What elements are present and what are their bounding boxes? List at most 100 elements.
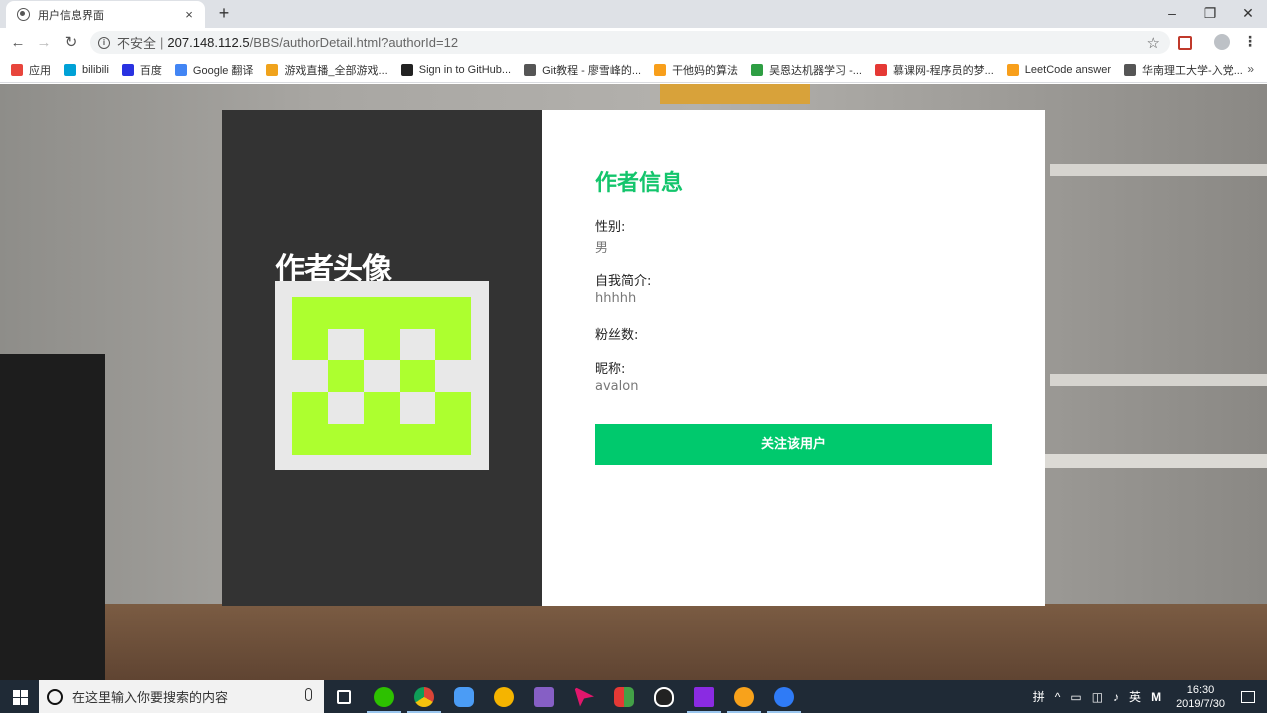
url-path: /BBS/authorDetail.html?authorId=12 xyxy=(249,35,459,50)
wps-icon[interactable] xyxy=(764,680,804,713)
globe-icon xyxy=(524,63,537,76)
background-shelf xyxy=(1050,374,1267,386)
bookmark-item[interactable]: 吴恩达机器学习 -... xyxy=(751,62,862,78)
background-monitor xyxy=(0,354,105,680)
close-tab-icon[interactable]: × xyxy=(179,7,199,22)
new-tab-button[interactable]: + xyxy=(214,3,234,24)
field-followers: 粉丝数: xyxy=(595,324,638,345)
bookmark-label: LeetCode answer xyxy=(1024,63,1112,76)
bookmark-label: 应用 xyxy=(29,64,51,77)
bookmark-item[interactable]: Google 翻译 xyxy=(174,62,253,78)
system-tray: 拼 ^ ▭ ◫ ♪ 英 M 16:30 2019/7/30 xyxy=(1028,680,1267,713)
forward-arrow-icon[interactable]: → xyxy=(33,32,55,54)
bookmark-item[interactable]: 干他妈的算法 xyxy=(654,62,738,78)
background-floor xyxy=(0,604,1267,680)
field-label: 昵称: xyxy=(595,362,626,377)
show-hidden-icons[interactable]: ^ xyxy=(1055,690,1061,704)
bookmark-label: 干他妈的算法 xyxy=(672,64,739,77)
visual-studio-icon[interactable] xyxy=(524,680,564,713)
globe-icon xyxy=(17,8,30,21)
field-value: hhhhh xyxy=(595,291,637,306)
page-background: 作者头像 作者信息 性别: 男 自我简介: hhhhh 粉丝数: 昵称: ava… xyxy=(0,84,1267,680)
close-window-button[interactable]: ✕ xyxy=(1229,0,1267,28)
browser-toolbar: ← → ↻ i 不安全 | 207.148.112.5 /BBS/authorD… xyxy=(0,28,1267,57)
menu-kebab-icon[interactable]: ⋮ xyxy=(1243,33,1257,50)
bookmarks-overflow-button[interactable]: » xyxy=(1247,62,1254,76)
battery-icon[interactable]: ▭ xyxy=(1070,690,1081,704)
tab-strip: 用户信息界面 × + – ❐ ✕ xyxy=(0,0,1267,28)
clock-date: 2019/7/30 xyxy=(1176,697,1225,710)
address-separator: | xyxy=(160,35,164,50)
chrome-icon[interactable] xyxy=(404,680,444,713)
intellij-icon[interactable] xyxy=(684,680,724,713)
bookmark-item[interactable]: 应用 xyxy=(11,62,51,78)
task-view-icon[interactable] xyxy=(324,680,364,713)
cortana-icon xyxy=(47,688,63,705)
bookmark-item[interactable]: Git教程 - 廖雪峰的... xyxy=(524,62,641,78)
browser-tab[interactable]: 用户信息界面 × xyxy=(6,1,205,28)
field-label: 性别: xyxy=(595,220,626,235)
info-icon[interactable]: i xyxy=(98,36,110,49)
app-icon[interactable] xyxy=(724,680,764,713)
minimize-button[interactable]: – xyxy=(1153,0,1191,28)
windows-taskbar: 在这里输入你要搜索的内容 拼 ^ ▭ ◫ ♪ 英 M 16:30 2019/7/… xyxy=(0,680,1267,713)
bookmark-item[interactable]: 慕课网-程序员的梦... xyxy=(874,62,994,78)
avatar xyxy=(275,281,489,470)
reload-icon[interactable]: ↻ xyxy=(60,32,82,54)
address-bar[interactable]: i 不安全 | 207.148.112.5 /BBS/authorDetail.… xyxy=(90,31,1170,54)
windows-start-icon[interactable] xyxy=(0,680,39,713)
google-translate-icon xyxy=(174,63,187,76)
bookmark-label: Sign in to GitHub... xyxy=(418,63,512,76)
bookmark-item[interactable]: LeetCode answer xyxy=(1006,63,1112,76)
bookmark-item[interactable]: Sign in to GitHub... xyxy=(400,63,512,76)
qq-icon[interactable] xyxy=(644,680,684,713)
leetcode-icon xyxy=(654,63,667,76)
bookmarks-bar: 应用 bilibili 百度 Google 翻译 游戏直播_全部游戏... Sign in… xyxy=(0,57,1267,83)
field-value: 男 xyxy=(595,241,609,256)
info-heading: 作者信息 xyxy=(595,171,684,196)
bookmark-label: bilibili xyxy=(82,63,109,76)
book-icon xyxy=(751,63,764,76)
bookmark-label: 华南理工大学-入党... xyxy=(1142,64,1243,77)
url-host: 207.148.112.5 xyxy=(167,35,250,50)
app-icon[interactable] xyxy=(484,680,524,713)
info-panel: 作者信息 性别: 男 自我简介: hhhhh 粉丝数: 昵称: avalon 关… xyxy=(542,110,1045,606)
cursor-app-icon[interactable] xyxy=(564,680,604,713)
baidu-netdisk-icon[interactable] xyxy=(444,680,484,713)
field-label: 自我简介: xyxy=(595,274,652,289)
app-icon[interactable] xyxy=(604,680,644,713)
bookmark-item[interactable]: 百度 xyxy=(121,62,162,78)
wechat-icon[interactable] xyxy=(364,680,404,713)
bookmark-label: 慕课网-程序员的梦... xyxy=(892,64,994,77)
baidu-paw-icon xyxy=(121,63,134,76)
background-desk xyxy=(1045,454,1267,468)
game-icon xyxy=(266,63,279,76)
ime-icon[interactable]: M xyxy=(1151,690,1161,704)
maximize-button[interactable]: ❐ xyxy=(1191,0,1229,28)
search-placeholder: 在这里输入你要搜索的内容 xyxy=(72,690,229,705)
volume-icon[interactable]: ♪ xyxy=(1113,690,1119,704)
bookmark-item[interactable]: bilibili xyxy=(64,63,109,76)
follow-user-button[interactable]: 关注该用户 xyxy=(595,424,992,465)
taskbar-search[interactable]: 在这里输入你要搜索的内容 xyxy=(39,680,324,713)
bookmark-label: Git教程 - 廖雪峰的... xyxy=(542,64,642,77)
background-photo-detail xyxy=(660,84,810,104)
bookmark-label: 百度 xyxy=(139,64,162,77)
bookmark-label: 游戏直播_全部游戏... xyxy=(284,64,388,77)
back-arrow-icon[interactable]: ← xyxy=(7,32,29,54)
clock[interactable]: 16:30 2019/7/30 xyxy=(1176,683,1225,711)
microphone-icon[interactable] xyxy=(305,688,312,701)
input-method-icon[interactable]: 拼 xyxy=(1033,688,1045,705)
language-indicator[interactable]: 英 xyxy=(1129,688,1141,705)
globe-icon xyxy=(1124,63,1137,76)
profile-avatar-icon[interactable] xyxy=(1214,34,1230,50)
notification-icon[interactable] xyxy=(1241,690,1255,703)
network-icon[interactable]: ◫ xyxy=(1092,690,1103,704)
bilibili-icon xyxy=(64,63,76,76)
extension-icon[interactable] xyxy=(1178,36,1192,50)
bookmark-star-icon[interactable]: ☆ xyxy=(1147,34,1160,52)
field-bio: 自我简介: hhhhh xyxy=(595,270,651,306)
bookmark-item[interactable]: 游戏直播_全部游戏... xyxy=(266,62,388,78)
bookmark-item[interactable]: 华南理工大学-入党... xyxy=(1124,62,1243,78)
tab-title: 用户信息界面 xyxy=(38,9,104,22)
